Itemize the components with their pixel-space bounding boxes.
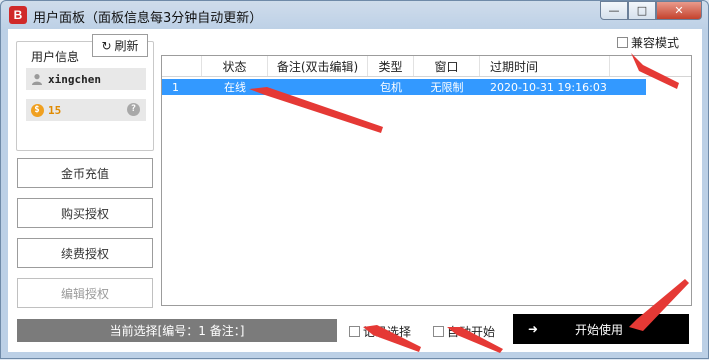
column-header-expiry[interactable]: 过期时间 xyxy=(480,56,610,76)
recharge-coins-button[interactable]: 金币充值 xyxy=(17,158,153,188)
minimize-button[interactable]: — xyxy=(600,1,628,20)
coins-value: 15 xyxy=(48,103,62,117)
app-window: B 用户面板（面板信息每3分钟自动更新） — □ ✕ 用户信息 ↻ 刷新 xin… xyxy=(0,0,709,359)
title-bar[interactable]: B 用户面板（面板信息每3分钟自动更新） — □ ✕ xyxy=(1,1,708,29)
window-controls: — □ ✕ xyxy=(600,1,702,20)
coin-icon: $ xyxy=(26,103,48,117)
cell-window: 无限制 xyxy=(430,81,464,94)
login-arrow-icon: ➜ xyxy=(527,322,539,336)
table-header: 状态 备注(双击编辑) 类型 窗口 过期时间 xyxy=(162,56,691,77)
auto-start-checkbox[interactable]: 自动开始 xyxy=(433,323,495,340)
cell-status: 在线 xyxy=(224,81,246,94)
refresh-icon: ↻ xyxy=(101,38,112,53)
table-row[interactable]: 1 在线 包机 无限制 2020-10-31 19:16:03 xyxy=(162,79,646,95)
user-info-label: 用户信息 xyxy=(29,48,82,65)
refresh-button[interactable]: ↻ 刷新 xyxy=(92,34,148,57)
record-select-checkbox[interactable]: 记录选择 xyxy=(349,323,411,340)
compat-mode-checkbox[interactable]: 兼容模式 xyxy=(617,34,679,51)
username-value: xingchen xyxy=(48,72,101,86)
compat-mode-box[interactable] xyxy=(617,37,628,48)
user-info-group: 用户信息 xyxy=(16,41,154,151)
refresh-label: 刷新 xyxy=(114,39,139,53)
auto-start-box[interactable] xyxy=(433,326,444,337)
license-table[interactable]: 状态 备注(双击编辑) 类型 窗口 过期时间 1 在线 包机 无限制 2020-… xyxy=(161,55,692,306)
edit-license-button[interactable]: 编辑授权 xyxy=(17,278,153,308)
column-header-window[interactable]: 窗口 xyxy=(414,56,480,76)
column-header-note[interactable]: 备注(双击编辑) xyxy=(268,56,368,76)
username-row: xingchen xyxy=(26,68,146,90)
cell-index: 1 xyxy=(172,80,179,94)
close-button[interactable]: ✕ xyxy=(656,1,702,20)
cell-note[interactable] xyxy=(268,79,368,95)
help-icon[interactable]: ? xyxy=(127,103,140,116)
cell-type: 包机 xyxy=(380,81,402,94)
compat-mode-label: 兼容模式 xyxy=(631,36,680,50)
column-header[interactable] xyxy=(162,56,202,76)
user-icon xyxy=(26,73,48,85)
cell-expiry: 2020-10-31 19:16:03 xyxy=(490,80,607,94)
coins-row: $ 15 ? xyxy=(26,99,146,121)
window-title: 用户面板（面板信息每3分钟自动更新） xyxy=(33,11,263,26)
app-logo-icon: B xyxy=(9,6,27,24)
start-button[interactable]: ➜ 开始使用 xyxy=(513,314,689,344)
record-select-label: 记录选择 xyxy=(363,325,412,339)
column-header-type[interactable]: 类型 xyxy=(368,56,414,76)
buy-license-button[interactable]: 购买授权 xyxy=(17,198,153,228)
selection-status: 当前选择[编号：1 备注：] xyxy=(17,319,337,342)
client-area: 用户信息 ↻ 刷新 xingchen $ 15 ? 金币充值 购买授权 续费授权… xyxy=(8,29,702,352)
maximize-button[interactable]: □ xyxy=(628,1,656,20)
start-button-label: 开始使用 xyxy=(575,322,624,337)
column-header-status[interactable]: 状态 xyxy=(202,56,268,76)
record-select-box[interactable] xyxy=(349,326,360,337)
renew-license-button[interactable]: 续费授权 xyxy=(17,238,153,268)
auto-start-label: 自动开始 xyxy=(447,325,496,339)
